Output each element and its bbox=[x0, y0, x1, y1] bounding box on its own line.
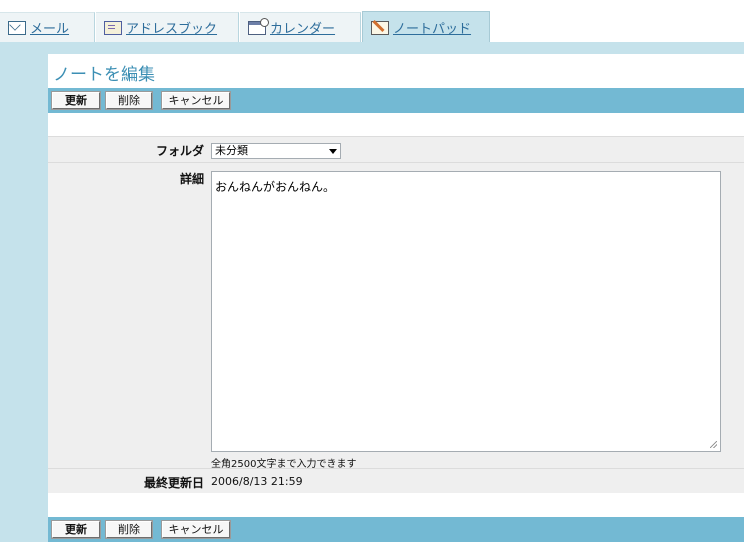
last-updated-value: 2006/8/13 21:59 bbox=[211, 475, 303, 488]
main-content: ノートを編集 更新 削除 キャンセル フォルダ 未分類 詳細 おんねんがおんねん… bbox=[48, 54, 744, 542]
delete-button-bottom[interactable]: 削除 bbox=[105, 520, 153, 539]
content-top-strip bbox=[48, 46, 744, 54]
detail-row: 詳細 おんねんがおんねん。 全角2500文字まで入力できます bbox=[48, 162, 744, 470]
folder-row: フォルダ 未分類 bbox=[48, 136, 744, 163]
bottom-button-bar: 更新 削除 キャンセル bbox=[48, 517, 744, 542]
cancel-button[interactable]: キャンセル bbox=[161, 91, 231, 110]
tab-mail-label: メール bbox=[30, 22, 70, 37]
mail-icon bbox=[8, 20, 26, 35]
chevron-down-icon bbox=[329, 149, 337, 154]
folder-label: フォルダ bbox=[155, 144, 204, 158]
tab-bar: メール アドレスブック カレンダー ノートパッド bbox=[0, 0, 744, 46]
resize-grip-icon[interactable] bbox=[710, 441, 717, 448]
tab-notepad[interactable]: ノートパッド bbox=[362, 11, 490, 43]
left-sidebar bbox=[0, 46, 48, 542]
folder-select-value: 未分類 bbox=[215, 144, 248, 157]
update-button-bottom[interactable]: 更新 bbox=[51, 520, 101, 539]
form-bottom-spacer bbox=[48, 493, 744, 517]
tab-address-book[interactable]: アドレスブック bbox=[96, 12, 239, 42]
form-top-spacer bbox=[48, 113, 744, 136]
delete-button[interactable]: 削除 bbox=[105, 91, 153, 110]
page-title: ノートを編集 bbox=[53, 65, 155, 85]
detail-text: おんねんがおんねん。 bbox=[215, 180, 336, 194]
folder-select[interactable]: 未分類 bbox=[211, 143, 341, 159]
notepad-icon bbox=[371, 20, 389, 35]
update-button[interactable]: 更新 bbox=[51, 91, 101, 110]
calendar-icon bbox=[248, 17, 269, 35]
top-button-bar: 更新 削除 キャンセル bbox=[48, 88, 744, 113]
detail-label: 詳細 bbox=[179, 172, 204, 186]
cancel-button-bottom[interactable]: キャンセル bbox=[161, 520, 231, 539]
last-updated-row: 最終更新日 2006/8/13 21:59 bbox=[48, 468, 744, 493]
address-book-icon bbox=[104, 20, 122, 35]
detail-textarea[interactable]: おんねんがおんねん。 bbox=[211, 171, 721, 452]
tab-calendar[interactable]: カレンダー bbox=[240, 12, 361, 42]
tab-notepad-label: ノートパッド bbox=[393, 22, 472, 37]
tab-address-book-label: アドレスブック bbox=[126, 22, 218, 37]
tab-mail[interactable]: メール bbox=[0, 12, 95, 42]
last-updated-label: 最終更新日 bbox=[143, 476, 204, 490]
tab-calendar-label: カレンダー bbox=[270, 22, 336, 37]
